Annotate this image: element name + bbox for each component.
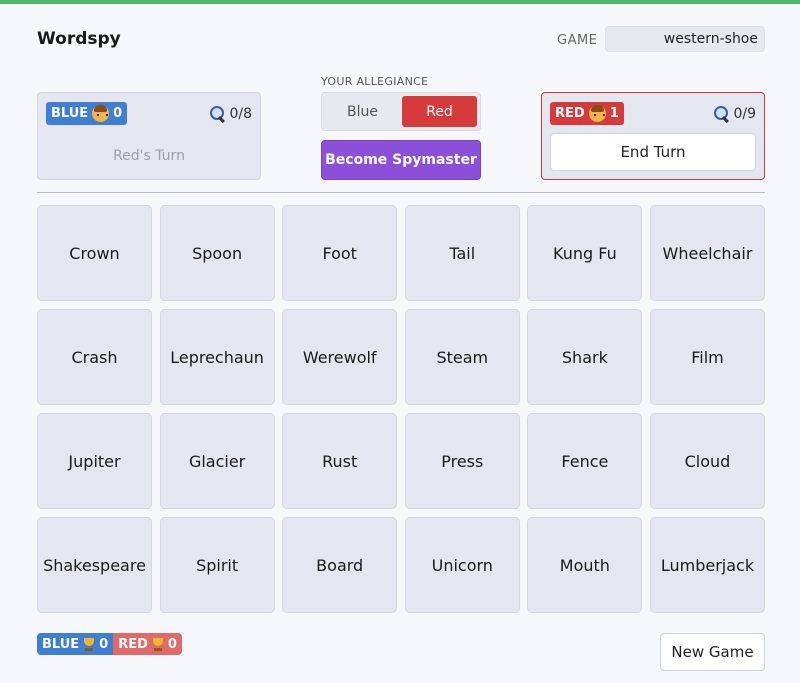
divider [37,192,765,193]
blue-score-value: 0 [99,636,109,652]
end-turn-button[interactable]: End Turn [550,133,756,171]
word-card[interactable]: Spirit [159,517,275,613]
turn-status: Red's Turn [113,148,185,164]
magnifier-icon [209,105,227,123]
allegiance-red-option[interactable]: Red [402,96,477,127]
red-player-count: 1 [609,106,619,121]
allegiance-toggle: Blue Red [321,92,481,131]
word-card[interactable]: Tail [404,205,520,301]
word-card[interactable]: Spoon [159,205,275,301]
blue-team-badge: BLUE 0 [46,102,128,125]
player-face-icon [588,105,606,122]
allegiance-blue-option[interactable]: Blue [325,96,400,127]
blue-score-label: BLUE [42,636,80,652]
word-card[interactable]: Kung Fu [527,205,643,301]
blue-player-count: 0 [113,106,123,121]
player-face-icon [92,105,110,122]
red-team-label: RED [555,106,585,121]
word-card[interactable]: Jupiter [37,413,152,509]
word-card[interactable]: Foot [282,205,398,301]
word-card[interactable]: Fence [527,413,643,509]
word-card[interactable]: Lumberjack [649,517,765,613]
red-team-panel: RED 1 0/9 End Turn [541,92,765,180]
word-card[interactable]: Shark [527,309,643,405]
word-card[interactable]: Press [404,413,520,509]
word-card[interactable]: Rust [282,413,398,509]
blue-guess-counter: 0/8 [209,105,252,123]
word-board: Crown Spoon Foot Tail Kung Fu Wheelchair… [37,205,765,613]
blue-score: BLUE 0 [37,633,114,655]
app-title: Wordspy [37,29,121,49]
scoreboard: BLUE 0 RED 0 [37,633,182,655]
become-spymaster-button[interactable]: Become Spymaster [321,140,481,180]
word-card[interactable]: Cloud [649,413,765,509]
word-card[interactable]: Leprechaun [159,309,275,405]
blue-guess-value: 0/8 [229,106,252,122]
word-card[interactable]: Steam [404,309,520,405]
word-card[interactable]: Film [649,309,765,405]
red-score-label: RED [118,636,148,652]
red-score-value: 0 [167,636,177,652]
word-card[interactable]: Glacier [159,413,275,509]
word-card[interactable]: Mouth [527,517,643,613]
game-id-input[interactable] [605,26,765,52]
word-card[interactable]: Wheelchair [649,205,765,301]
red-guess-counter: 0/9 [713,105,756,123]
allegiance-label: YOUR ALLEGIANCE [321,75,429,88]
red-team-badge: RED 1 [550,102,624,125]
blue-team-panel: BLUE 0 0/8 Red's Turn [37,92,261,180]
blue-team-label: BLUE [51,106,89,121]
magnifier-icon [713,105,731,123]
trophy-icon [82,637,96,652]
word-card[interactable]: Shakespeare [37,517,152,613]
red-score: RED 0 [113,633,182,655]
word-card[interactable]: Board [282,517,398,613]
trophy-icon [151,637,165,652]
word-card[interactable]: Unicorn [404,517,520,613]
top-accent-bar [0,0,800,4]
red-guess-value: 0/9 [733,106,756,122]
new-game-button[interactable]: New Game [660,633,765,671]
word-card[interactable]: Crash [37,309,152,405]
word-card[interactable]: Werewolf [282,309,398,405]
word-card[interactable]: Crown [37,205,152,301]
game-label: GAME [557,33,598,48]
